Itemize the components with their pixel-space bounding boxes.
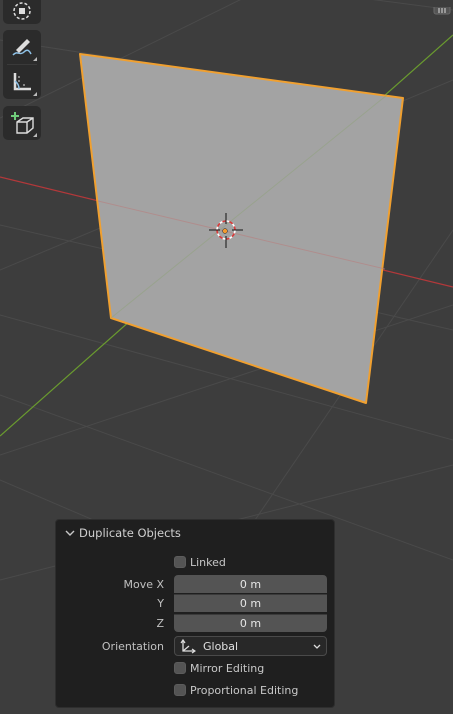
mirror-editing-label: Mirror Editing [190,661,265,675]
mirror-editing-row: Mirror Editing [56,658,334,678]
orientation-value: Global [203,639,239,653]
mirror-editing-checkbox[interactable]: Mirror Editing [174,662,264,675]
annotate-tool-button[interactable] [4,30,40,64]
toolbar-group-annotate [3,30,41,99]
orientation-dropdown[interactable]: Global [174,636,327,656]
chevron-down-icon [65,530,75,536]
linked-row: Linked [56,552,334,572]
add-cube-tool-button[interactable] [4,106,40,140]
cursor-icon [13,2,31,20]
chevron-down-icon [313,644,321,649]
proportional-editing-checkbox[interactable]: Proportional Editing [174,684,298,697]
move-y-label: Y [157,596,164,610]
linked-checkbox[interactable]: Linked [174,556,226,569]
move-x-field[interactable]: 0 m [174,575,327,593]
linked-checkbox-box[interactable] [174,556,186,568]
linked-label: Linked [190,555,226,569]
move-y-row: Y 0 m [56,593,334,613]
orientation-icon [180,638,196,654]
panel-header[interactable]: Duplicate Objects [56,520,334,546]
orientation-row: Orientation Global [56,636,334,656]
nav-gizmo-corner[interactable] [431,0,453,15]
move-x-row: Move X 0 m [56,574,334,594]
proportional-editing-label: Proportional Editing [190,683,299,697]
duplicate-objects-panel: Duplicate Objects Linked Move X 0 m Y 0 … [55,519,335,708]
cursor-tool-button[interactable] [4,0,40,24]
orientation-label: Orientation [101,639,164,653]
panel-title: Duplicate Objects [79,526,181,540]
move-z-row: Z 0 m [56,613,334,633]
toolbar-group-cursor [3,0,41,24]
move-z-field[interactable]: 0 m [174,614,327,632]
proportional-editing-row: Proportional Editing [56,680,334,700]
move-y-field[interactable]: 0 m [174,594,327,612]
add-cube-icon [11,112,34,134]
move-x-label: Move X [123,577,164,591]
object-origin-dot [222,228,228,234]
measure-tool-button[interactable] [4,65,40,99]
proportional-editing-checkbox-box[interactable] [174,684,186,696]
mirror-editing-checkbox-box[interactable] [174,662,186,674]
measure-icon [13,73,31,91]
move-z-label: Z [156,616,164,630]
toolbar-group-add [3,106,41,140]
annotate-icon [12,39,32,56]
